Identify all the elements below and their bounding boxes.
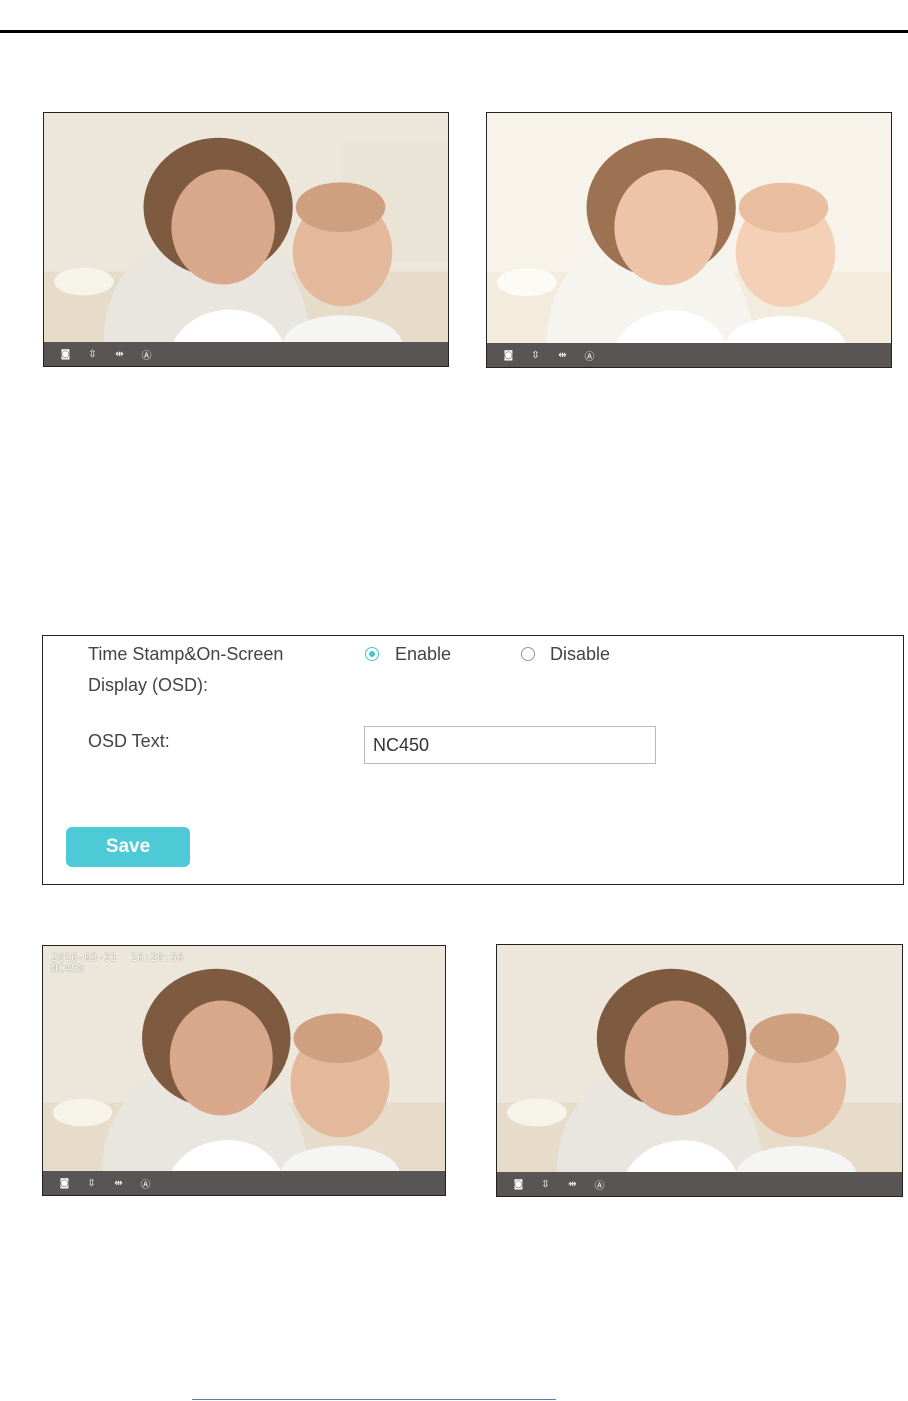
vertical-flip-icon[interactable]: ⇳ — [78, 1178, 105, 1189]
camera-toolbar: ◙ ⇳ ⇹ Ⓐ — [487, 343, 891, 367]
camera-toolbar: ◙ ⇳ ⇹ Ⓐ — [43, 1171, 445, 1195]
camera-preview-normal: ◙ ⇳ ⇹ Ⓐ — [43, 112, 449, 367]
horizontal-flip-icon[interactable]: ⇹ — [106, 349, 133, 360]
camera-preview-osd-off: ◙ ⇳ ⇹ Ⓐ — [496, 944, 903, 1197]
disable-radio-label[interactable]: Disable — [550, 644, 610, 665]
auto-mode-icon[interactable]: Ⓐ — [132, 1176, 159, 1191]
osd-text: NC450 — [51, 962, 85, 975]
header-rule — [0, 30, 908, 33]
link-underline — [192, 1399, 556, 1400]
camera-image — [497, 945, 902, 1172]
camera-preview-bright: ◙ ⇳ ⇹ Ⓐ — [486, 112, 892, 368]
horizontal-flip-icon[interactable]: ⇹ — [559, 1179, 586, 1190]
enable-radio-label[interactable]: Enable — [395, 644, 451, 665]
osd-text-input[interactable] — [364, 726, 656, 764]
auto-mode-icon[interactable]: Ⓐ — [576, 348, 603, 363]
camera-toolbar: ◙ ⇳ ⇹ Ⓐ — [497, 1172, 902, 1196]
vertical-flip-icon[interactable]: ⇳ — [532, 1179, 559, 1190]
auto-mode-icon[interactable]: Ⓐ — [133, 347, 160, 362]
camera-image — [44, 113, 448, 342]
camera-image — [43, 946, 445, 1171]
osd-label: Time Stamp&On-Screen — [88, 644, 284, 664]
camera-image — [487, 113, 891, 343]
osd-label-continued: Display (OSD): — [88, 675, 209, 695]
save-button[interactable]: Save — [66, 827, 190, 867]
horizontal-flip-icon[interactable]: ⇹ — [549, 350, 576, 361]
enable-radio[interactable] — [365, 647, 379, 661]
camera-icon[interactable]: ◙ — [52, 349, 79, 360]
vertical-flip-icon[interactable]: ⇳ — [522, 350, 549, 361]
horizontal-flip-icon[interactable]: ⇹ — [105, 1178, 132, 1189]
osd-settings-panel: Time Stamp&On-Screen Display (OSD): Enab… — [42, 635, 904, 885]
camera-icon[interactable]: ◙ — [51, 1178, 78, 1189]
osd-text-label: OSD Text: — [88, 731, 170, 751]
camera-toolbar: ◙ ⇳ ⇹ Ⓐ — [44, 342, 448, 366]
vertical-flip-icon[interactable]: ⇳ — [79, 349, 106, 360]
osd-overlay: 2016-03-31 16:20:56 NC450 — [51, 952, 183, 974]
camera-icon[interactable]: ◙ — [505, 1179, 532, 1190]
camera-icon[interactable]: ◙ — [495, 350, 522, 361]
auto-mode-icon[interactable]: Ⓐ — [586, 1177, 613, 1192]
camera-preview-osd-on: 2016-03-31 16:20:56 NC450 ◙ ⇳ ⇹ Ⓐ — [42, 945, 446, 1196]
disable-radio[interactable] — [521, 647, 535, 661]
